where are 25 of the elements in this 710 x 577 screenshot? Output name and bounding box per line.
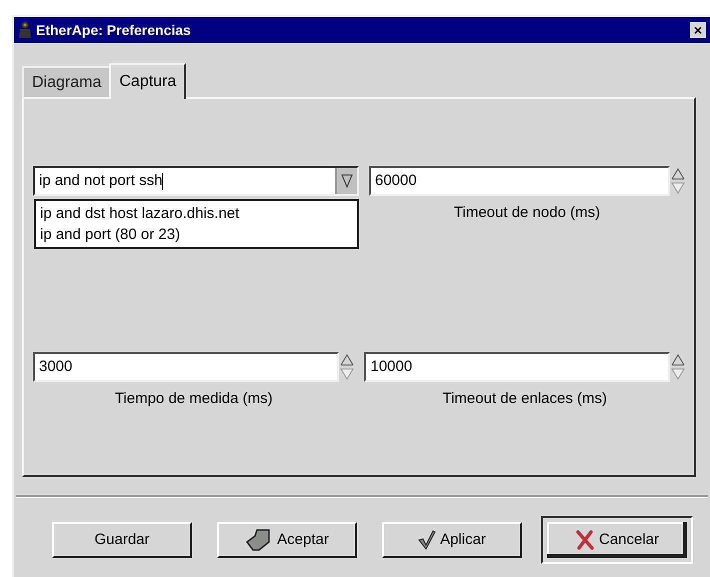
x-icon: [574, 530, 595, 550]
tab[interactable]: Captura: [109, 63, 186, 99]
number-field[interactable]: 60000: [369, 166, 670, 196]
filter-combo[interactable]: ip and not port ssh: [33, 166, 359, 196]
dialog-button[interactable]: Cancelar: [541, 516, 693, 564]
spin-arrows-icon[interactable]: [340, 353, 354, 381]
dropdown-option[interactable]: ip and port (80 or 23): [40, 224, 353, 245]
dropdown-arrow-icon: [341, 173, 353, 189]
tab[interactable]: Diagrama: [22, 66, 110, 97]
field-label: Timeout de enlaces (ms): [442, 389, 607, 409]
number-field[interactable]: 10000: [364, 352, 670, 382]
close-button[interactable]: ×: [690, 22, 706, 38]
number-field[interactable]: 3000: [33, 352, 340, 382]
field-label: Timeout de nodo (ms): [454, 203, 600, 223]
dialog-button[interactable]: Guardar: [52, 522, 192, 558]
dialog-button[interactable]: Aceptar: [217, 522, 357, 558]
field-label: Tiempo de medida (ms): [114, 389, 273, 409]
dialog-button[interactable]: Aplicar: [382, 522, 522, 558]
dropdown-option[interactable]: ip and dst host lazaro.dhis.net: [40, 203, 353, 224]
check-icon: [418, 530, 436, 550]
spin-arrows-icon[interactable]: [671, 353, 685, 381]
spin-arrows-icon[interactable]: [671, 167, 685, 195]
filter-value[interactable]: ip and not port ssh: [35, 168, 335, 194]
window-title: EtherApe: Preferencias: [36, 20, 192, 40]
dropdown-button[interactable]: [335, 168, 357, 194]
